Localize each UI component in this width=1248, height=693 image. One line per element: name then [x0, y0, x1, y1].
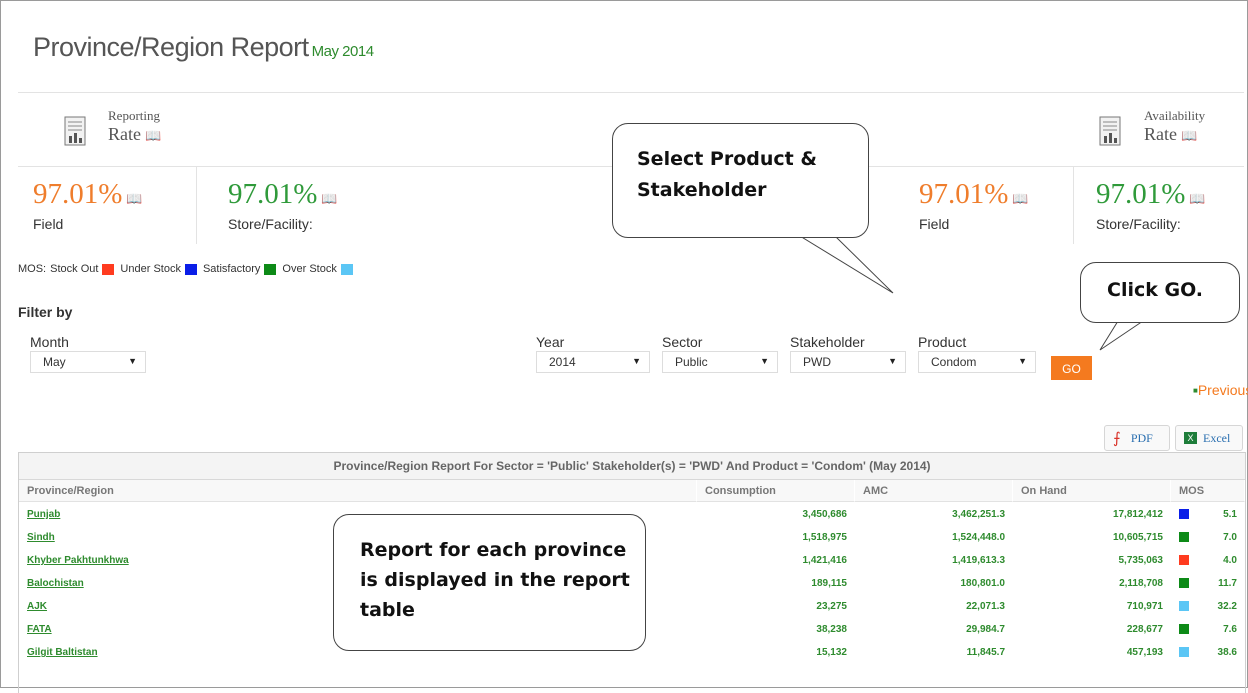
callout-go: Click GO. [1080, 262, 1240, 323]
callout-select: Select Product & Stakeholder [612, 123, 869, 238]
callout-report: Report for each province is displayed in… [333, 514, 646, 651]
